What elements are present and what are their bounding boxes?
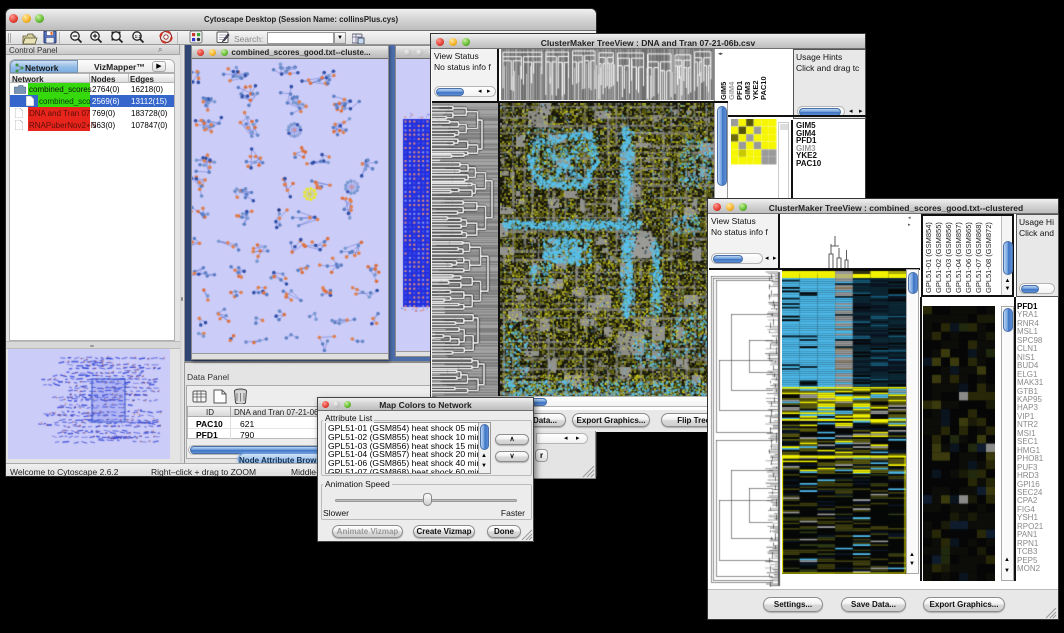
svg-text:1:1: 1:1 xyxy=(135,34,142,39)
